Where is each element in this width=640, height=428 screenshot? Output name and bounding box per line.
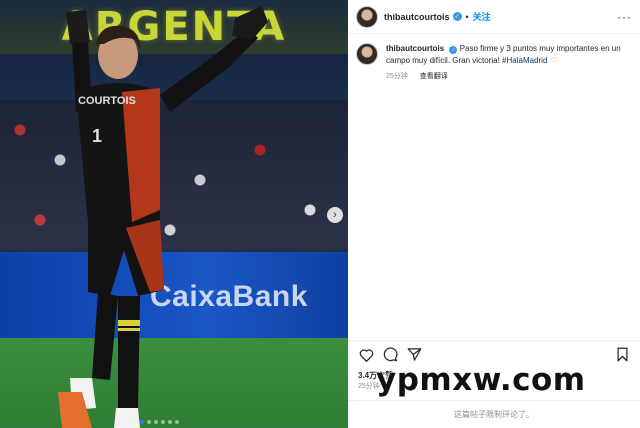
caption-hashtag[interactable]: #HalaMadrid <box>502 56 547 65</box>
send-icon[interactable] <box>406 347 422 363</box>
carousel-dot <box>175 420 179 424</box>
carousel-dot <box>161 420 165 424</box>
carousel-dot <box>140 420 144 424</box>
comment-icon[interactable] <box>382 347 398 363</box>
avatar[interactable] <box>356 5 378 28</box>
caption-meta: 25分钟 查看翻译 <box>386 71 632 83</box>
comments-disabled-notice: 这篇帖子限制评论了。 <box>348 400 640 428</box>
caption-like-icon[interactable]: ♡ <box>550 56 557 65</box>
header-separator: • <box>465 11 469 22</box>
verified-badge-icon: ✓ <box>452 12 462 21</box>
chevron-right-icon: › <box>333 208 337 221</box>
follow-button[interactable]: 关注 <box>473 10 491 23</box>
caption: thibautcourtois ✓ Paso firme y 3 puntos … <box>348 34 640 83</box>
post-photo[interactable]: ARGENTA CaixaBank COURTOIS 1 › <box>0 0 348 428</box>
goalkeeper-figure: COURTOIS 1 <box>58 6 268 428</box>
carousel-dots <box>140 420 179 424</box>
header-username[interactable]: thibautcourtois <box>384 12 450 22</box>
more-horizontal-icon[interactable]: ··· <box>617 10 632 24</box>
translate-link[interactable]: 查看翻译 <box>420 73 448 80</box>
carousel-dot <box>168 420 172 424</box>
bookmark-icon[interactable] <box>614 347 630 363</box>
post-header: thibautcourtois ✓ • 关注 ··· <box>348 0 640 34</box>
caption-username[interactable]: thibautcourtois <box>386 44 444 53</box>
jersey-name: COURTOIS <box>78 95 136 107</box>
caption-body: thibautcourtois ✓ Paso firme y 3 puntos … <box>386 43 632 83</box>
caption-avatar[interactable] <box>356 43 378 65</box>
carousel-dot <box>147 420 151 424</box>
verified-badge-icon: ✓ <box>449 46 458 54</box>
carousel-next-button[interactable]: › <box>327 207 343 223</box>
caption-time: 25分钟 <box>386 73 408 80</box>
carousel-dot <box>154 420 158 424</box>
jersey-number: 1 <box>92 126 102 146</box>
heart-icon[interactable] <box>358 347 374 363</box>
watermark: ypmxw.com <box>376 362 586 398</box>
